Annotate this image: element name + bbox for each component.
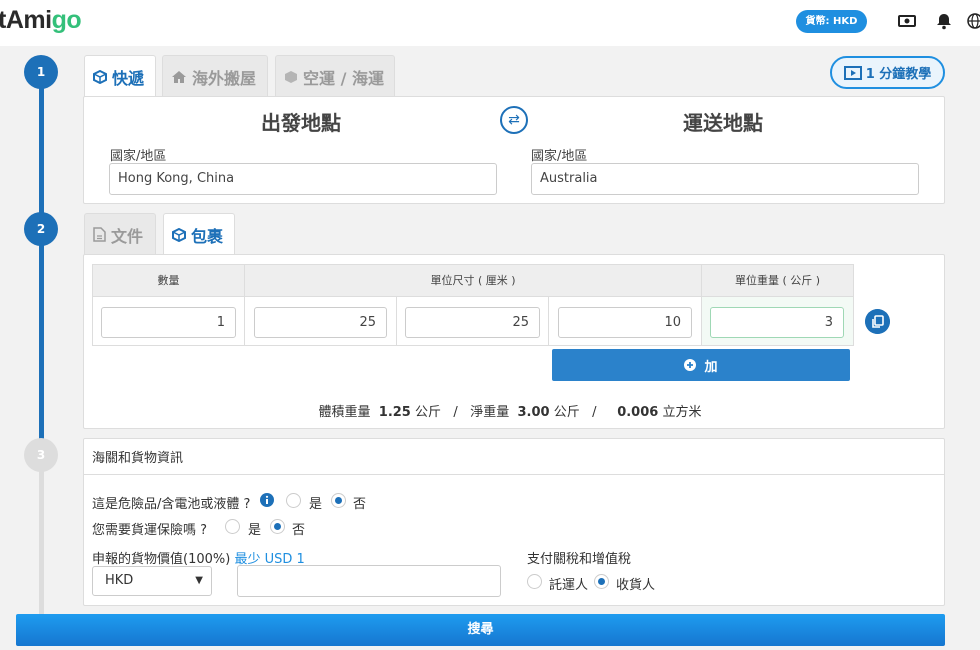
dangerous-yes-radio[interactable]: [286, 493, 301, 508]
currency-select[interactable]: HKD ▼: [92, 566, 212, 596]
add-package-button[interactable]: 加: [552, 349, 850, 381]
weight-input[interactable]: 3: [710, 307, 844, 338]
top-bar: tAmigo 貨幣: HKD: [0, 0, 980, 46]
insurance-no-radio[interactable]: [270, 519, 285, 534]
customs-title: 海關和貨物資訊: [92, 451, 184, 466]
destination-label: 國家/地區: [531, 149, 588, 164]
header-dimensions: 單位尺寸 ( 厘米 ): [244, 264, 702, 297]
insurance-yes-radio[interactable]: [225, 519, 240, 534]
cash-icon[interactable]: [898, 12, 916, 30]
box-icon: [93, 69, 107, 84]
declared-value-input[interactable]: [237, 565, 501, 597]
progress-line: [39, 75, 44, 440]
destination-input[interactable]: Australia: [531, 163, 919, 195]
tab-express[interactable]: 快遞: [84, 55, 156, 97]
box-icon: [172, 227, 186, 242]
info-icon[interactable]: [260, 493, 274, 507]
cube-icon: [285, 70, 297, 83]
globe-icon[interactable]: [966, 12, 980, 30]
sender-label: 託運人: [549, 578, 589, 593]
header-quantity: 數量: [92, 264, 245, 297]
divider: [84, 474, 944, 475]
logo[interactable]: tAmigo: [0, 6, 82, 35]
tab-parcel[interactable]: 包裹: [163, 213, 235, 255]
insurance-question: 您需要貨運保險嗎 ?: [92, 523, 208, 538]
length-input[interactable]: 25: [254, 307, 387, 338]
customs-panel: [83, 438, 945, 606]
destination-heading: 運送地點: [683, 111, 763, 135]
tab-documents[interactable]: 文件: [84, 213, 156, 255]
no-label: 否: [292, 523, 306, 538]
currency-button[interactable]: 貨幣: HKD: [796, 10, 867, 33]
tab-moving[interactable]: 海外搬屋: [162, 55, 268, 97]
duty-sender-radio[interactable]: [527, 574, 542, 589]
origin-heading: 出發地點: [261, 111, 341, 135]
film-icon: [843, 65, 862, 80]
quantity-input[interactable]: 1: [101, 307, 236, 338]
tab-air-sea[interactable]: 空運 / 海運: [275, 55, 395, 97]
plus-circle-icon: [684, 359, 697, 371]
origin-input[interactable]: Hong Kong, China: [109, 163, 497, 195]
duty-receiver-radio[interactable]: [594, 574, 609, 589]
duplicate-icon[interactable]: [865, 309, 890, 334]
search-button[interactable]: 搜尋: [16, 614, 945, 646]
yes-label: 是: [248, 523, 262, 538]
step-1: 1: [24, 55, 58, 89]
no-label: 否: [353, 497, 367, 512]
tutorial-button[interactable]: 1 分鐘教學: [830, 56, 945, 89]
origin-label: 國家/地區: [110, 149, 167, 164]
swap-button[interactable]: ⇄: [500, 106, 528, 134]
bell-icon[interactable]: [935, 12, 953, 30]
document-icon: [93, 227, 106, 242]
step-2: 2: [24, 212, 58, 246]
yes-label: 是: [309, 497, 323, 512]
duty-label: 支付關稅和增值稅: [527, 552, 632, 567]
step-3: 3: [24, 438, 58, 472]
receiver-label: 收貨人: [616, 578, 656, 593]
dangerous-goods-question: 這是危險品/含電池或液體 ?: [92, 497, 251, 512]
weight-summary: 體積重量 1.25 公斤 / 淨重量 3.00 公斤 / 0.006 立方米: [318, 405, 702, 420]
height-input[interactable]: 10: [558, 307, 692, 338]
home-icon: [172, 70, 186, 83]
dangerous-no-radio[interactable]: [331, 493, 346, 508]
chevron-down-icon: ▼: [195, 575, 203, 586]
width-input[interactable]: 25: [405, 307, 540, 338]
header-weight: 單位重量 ( 公斤 ): [701, 264, 854, 297]
